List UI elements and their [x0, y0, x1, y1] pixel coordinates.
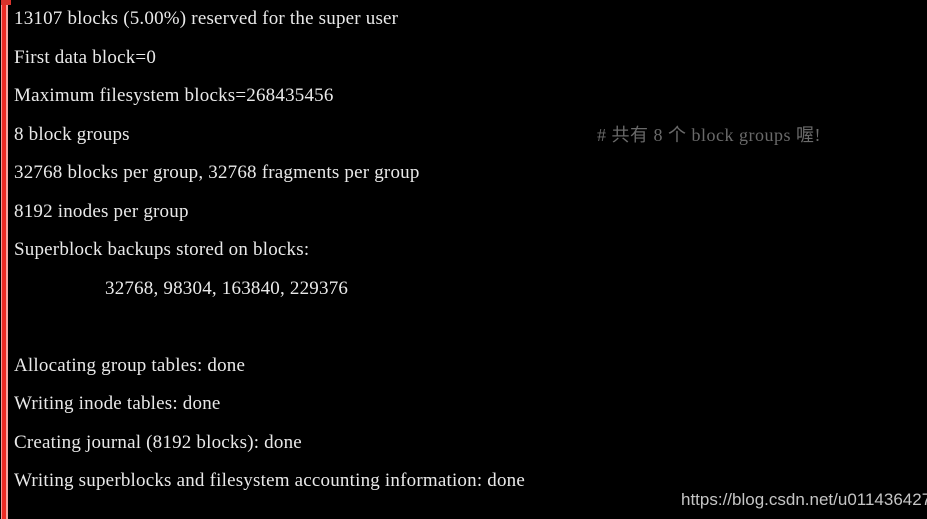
terminal-line: 13107 blocks (5.00%) reserved for the su…: [14, 0, 927, 39]
terminal-line: Maximum filesystem blocks=268435456: [14, 77, 927, 116]
terminal-line-text: Writing superblocks and filesystem accou…: [14, 470, 525, 491]
terminal-line: 32768 blocks per group, 32768 fragments …: [14, 154, 927, 193]
red-accent-bar: [1, 0, 8, 519]
watermark-url: https://blog.csdn.net/u011436427: [681, 490, 927, 509]
terminal-line: 32768, 98304, 163840, 229376: [14, 270, 927, 309]
terminal-line-comment: # 共有 8 个 block groups 喔!: [597, 124, 821, 145]
terminal-line: 8192 inodes per group: [14, 193, 927, 232]
terminal-line-text: First data block=0: [14, 46, 157, 68]
terminal-line: Creating journal (8192 blocks): done: [14, 424, 927, 463]
terminal-line: Allocating group tables: done: [14, 347, 927, 386]
terminal-line: Superblock backups stored on blocks:: [14, 231, 927, 270]
terminal-output: 13107 blocks (5.00%) reserved for the su…: [14, 0, 927, 519]
terminal-line-text: Maximum filesystem blocks=268435456: [14, 85, 334, 106]
terminal-window: 13107 blocks (5.00%) reserved for the su…: [0, 0, 927, 519]
terminal-line-text: 8 block groups: [14, 123, 130, 145]
terminal-line: First data block=0: [14, 39, 927, 78]
terminal-line-text: Creating journal (8192 blocks): done: [14, 431, 302, 453]
terminal-line-text: Writing inode tables: done: [14, 393, 221, 414]
terminal-line: Writing inode tables: done: [14, 385, 927, 424]
red-accent-bar-cap: [1, 0, 11, 5]
terminal-line-text: 13107 blocks (5.00%) reserved for the su…: [14, 8, 399, 29]
terminal-line-text: Allocating group tables: done: [14, 354, 246, 376]
terminal-line-text: 8192 inodes per group: [14, 200, 189, 222]
terminal-line-text: Superblock backups stored on blocks:: [14, 239, 310, 260]
terminal-line-text: 32768, 98304, 163840, 229376: [105, 277, 349, 299]
terminal-line: 8 block groups # 共有 8 个 block groups 喔!: [14, 116, 927, 155]
terminal-line-text: 32768 blocks per group, 32768 fragments …: [14, 162, 420, 183]
